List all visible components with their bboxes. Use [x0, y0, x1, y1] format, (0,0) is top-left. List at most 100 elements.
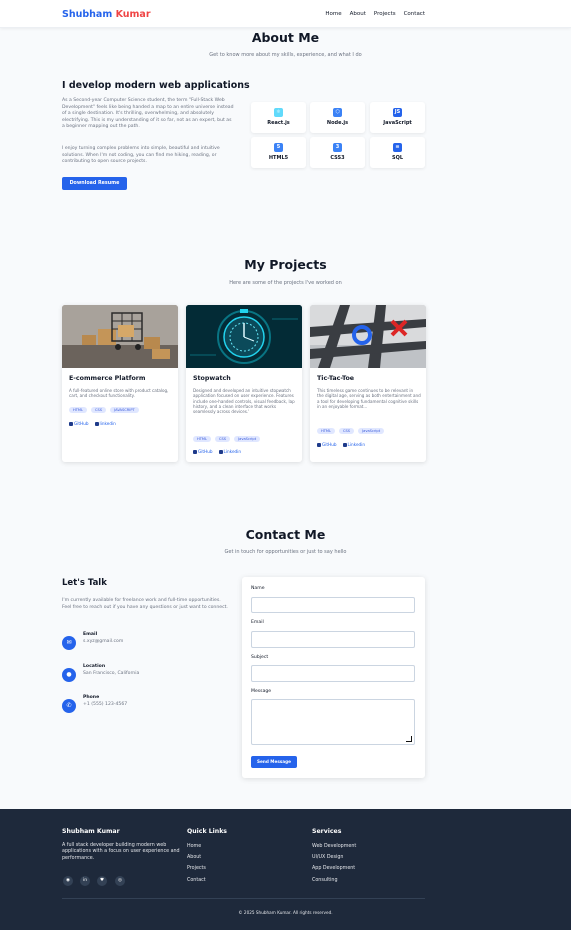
tag: HTML	[317, 428, 336, 434]
skill-card-javascript: JS JavaScript	[370, 102, 425, 133]
github-link[interactable]: GitHub	[193, 449, 213, 455]
javascript-icon: JS	[393, 108, 402, 117]
skill-name: Node.js	[326, 120, 349, 126]
stopwatch-project-image	[186, 305, 302, 368]
skill-name: CSS3	[330, 155, 345, 161]
quick-links-title: Quick Links	[187, 828, 227, 835]
resize-handle-icon[interactable]	[406, 736, 412, 742]
tictactoe-project-image	[310, 305, 426, 368]
linkedin-icon[interactable]: in	[80, 876, 90, 886]
nav-links: Home About Projects Contact	[325, 11, 425, 18]
nav-link-about[interactable]: About	[350, 11, 366, 18]
linkedin-link[interactable]: linkedin	[94, 421, 116, 427]
project-description: This timeless game continues to be relev…	[317, 388, 421, 409]
linkedin-icon	[342, 443, 347, 447]
project-card-tictactoe: Tic-Tac-Toe This timeless game continues…	[310, 305, 426, 462]
ecommerce-project-image	[62, 305, 178, 368]
project-title: Tic-Tac-Toe	[317, 375, 355, 382]
footer-link-about[interactable]: About	[187, 855, 201, 861]
github-icon	[193, 450, 197, 454]
react-icon: ⚛	[274, 108, 283, 117]
nav-link-contact[interactable]: Contact	[404, 11, 425, 18]
footer-divider	[62, 898, 425, 899]
nodejs-icon: ⬡	[333, 108, 342, 117]
tag: JavaScript	[358, 428, 385, 434]
copyright: © 2025 Shubham Kumar. All rights reserve…	[238, 910, 333, 915]
service-app-development[interactable]: App Development	[312, 866, 355, 872]
skill-name: SQL	[391, 155, 404, 161]
site-logo[interactable]: Shubham Kumar	[62, 9, 151, 20]
phone-icon: ✆	[62, 699, 76, 713]
project-description: Designed and developed an intuitive stop…	[193, 388, 295, 415]
name-label: Name	[251, 586, 265, 591]
lets-talk-heading: Let's Talk	[62, 578, 107, 588]
about-paragraph-1: As a Second-year Computer Science studen…	[62, 98, 234, 130]
skill-card-react-js: ⚛ React.js	[251, 102, 306, 133]
database-icon: ≡	[393, 143, 402, 152]
skill-name: React.js	[267, 120, 290, 126]
footer-link-home[interactable]: Home	[187, 844, 201, 850]
service-web-development[interactable]: Web Development	[312, 844, 356, 850]
tag: JAVASCRIPT	[110, 407, 139, 413]
skill-card-html5: 5 HTML5	[251, 137, 306, 168]
project-card-ecommerce: E-commerce Platform A full-featured onli…	[62, 305, 178, 462]
service-consulting[interactable]: Consulting	[312, 878, 338, 884]
linkedin-link[interactable]: Linkedin	[218, 449, 241, 455]
send-message-button[interactable]: Send Message	[251, 756, 297, 768]
phone-value[interactable]: +1 (555) 123-4567	[83, 702, 127, 708]
name-input[interactable]	[251, 597, 415, 613]
linkedin-icon	[218, 450, 223, 454]
skill-card-css3: 3 CSS3	[310, 137, 365, 168]
skill-name: JavaScript	[383, 120, 412, 126]
logo-first-name: Shubham	[62, 9, 113, 20]
twitter-icon[interactable]: ♥	[97, 876, 107, 886]
contact-title: Contact Me	[245, 527, 326, 542]
about-paragraph-2: I enjoy turning complex problems into si…	[62, 146, 220, 165]
email-input[interactable]	[251, 631, 415, 648]
nav-link-projects[interactable]: Projects	[374, 11, 396, 18]
footer-brand: Shubham Kumar	[62, 828, 120, 835]
github-link[interactable]: GitHub	[69, 421, 89, 427]
services-title: Services	[312, 828, 342, 835]
message-textarea[interactable]	[251, 699, 415, 745]
contact-form: Name Email Subject Message Send Message	[242, 577, 425, 778]
github-icon	[69, 422, 73, 426]
project-title: Stopwatch	[193, 375, 231, 382]
footer-link-projects[interactable]: Projects	[187, 866, 206, 872]
footer-link-contact[interactable]: Contact	[187, 878, 206, 884]
service-ui-ux-design[interactable]: UI/UX Design	[312, 855, 343, 861]
email-value[interactable]: s.xyz@gmail.com	[83, 639, 123, 645]
github-icon[interactable]: ◉	[63, 876, 73, 886]
linkedin-icon	[94, 422, 99, 426]
skill-name: HTML5	[268, 155, 289, 161]
linkedin-link[interactable]: Linkedin	[342, 442, 365, 448]
github-link[interactable]: GitHub	[317, 442, 337, 448]
download-resume-button[interactable]: Download Resume	[62, 177, 127, 190]
phone-label: Phone	[83, 695, 100, 700]
about-title: About Me	[251, 30, 320, 45]
footer: Shubham Kumar A full stack developer bui…	[0, 809, 571, 930]
tag: HTML	[193, 436, 212, 442]
dribbble-icon[interactable]: ◎	[115, 876, 125, 886]
project-tags: HTML CSS JavaScript	[317, 428, 385, 434]
email-label: Email	[83, 632, 98, 637]
skill-card-sql: ≡ SQL	[370, 137, 425, 168]
github-icon	[317, 443, 321, 447]
lets-talk-text: I'm currently available for freelance wo…	[62, 598, 228, 610]
subject-input[interactable]	[251, 665, 415, 682]
footer-description: A full stack developer building modern w…	[62, 843, 180, 861]
project-links: GitHub linkedin	[69, 421, 116, 427]
project-title: E-commerce Platform	[69, 375, 146, 382]
navbar: Shubham Kumar Home About Projects Contac…	[0, 0, 571, 28]
subject-label: Subject	[251, 655, 269, 660]
css3-icon: 3	[333, 143, 342, 152]
email-field-label: Email	[251, 620, 264, 625]
project-description: A full-featured online store with produc…	[69, 388, 169, 399]
project-tags: HTML CSS JavaScript	[193, 436, 261, 442]
project-links: GitHub Linkedin	[317, 442, 365, 448]
about-subtitle: Get to know more about my skills, experi…	[209, 52, 362, 58]
projects-subtitle: Here are some of the projects I've worke…	[229, 280, 342, 286]
location-label: Location	[83, 664, 106, 669]
contact-subtitle: Get in touch for opportunities or just t…	[224, 549, 347, 555]
nav-link-home[interactable]: Home	[325, 11, 341, 18]
